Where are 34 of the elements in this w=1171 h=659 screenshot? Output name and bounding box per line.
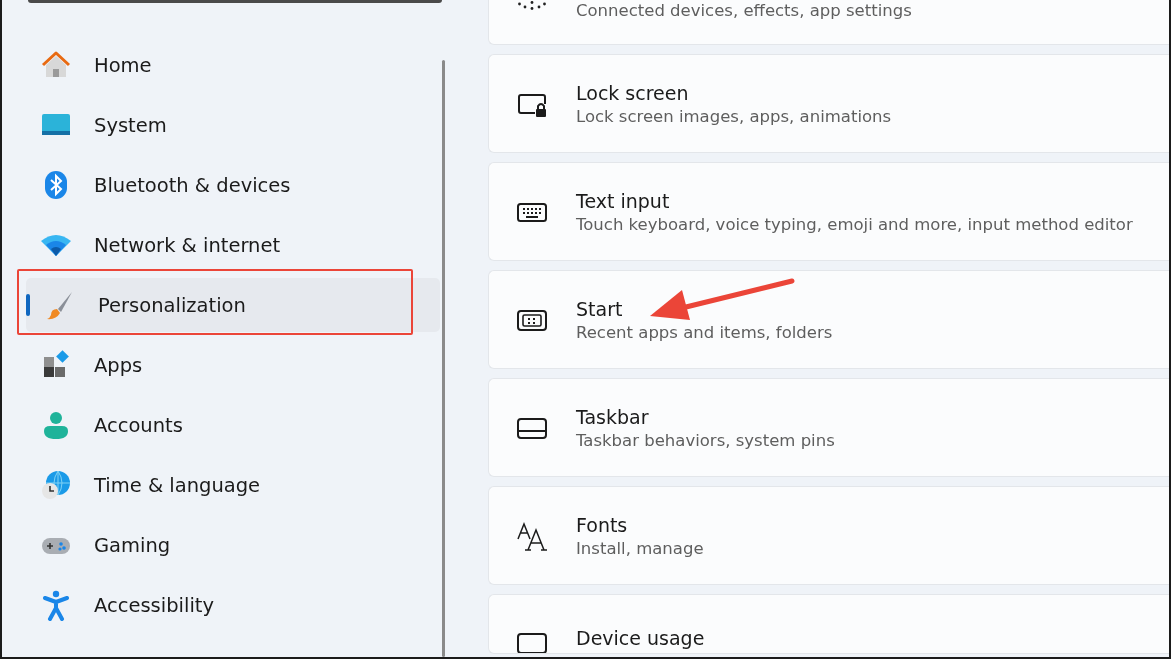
card-title: Device usage (576, 627, 705, 649)
card-title: Fonts (576, 513, 628, 536)
settings-card[interactable]: Taskbar Taskbar behaviors, system pins (488, 378, 1169, 477)
card-description: Touch keyboard, voice typing, emoji and more, input method editor (576, 214, 1133, 234)
settings-card[interactable]: Fonts Install, manage (488, 486, 1169, 585)
settings-card[interactable]: Start Recent apps and items, folders (488, 270, 1169, 369)
card-description: Recent apps and items, folders (576, 322, 833, 342)
settings-card[interactable]: Connected devices, effects, app settings (488, 0, 1169, 45)
sidebar-item[interactable]: Personalization (26, 278, 440, 332)
sidebar-item[interactable]: Bluetooth & devices (26, 158, 440, 212)
card-title: Text input (576, 189, 670, 212)
sidebar-item[interactable]: Apps (26, 338, 440, 392)
card-description: Connected devices, effects, app settings (576, 1, 912, 20)
scrollbar[interactable] (442, 60, 445, 657)
sparkle-icon (518, 1, 546, 10)
sidebar-item[interactable]: System (26, 98, 440, 152)
accessibility-person-icon (40, 589, 72, 621)
settings-card[interactable]: Device usage (488, 594, 1169, 654)
sidebar-item[interactable]: Accounts (26, 398, 440, 452)
settings-card[interactable]: Lock screen Lock screen images, apps, animations (488, 54, 1169, 153)
card-description: Taskbar behaviors, system pins (576, 430, 835, 450)
card-title: Taskbar (576, 405, 649, 428)
sidebar-item[interactable]: Network & internet (26, 218, 440, 272)
sidebar-item[interactable]: Home (26, 38, 440, 92)
card-title: Lock screen (576, 81, 689, 104)
sidebar-item[interactable]: Time & language (26, 458, 440, 512)
sidebar-item[interactable]: Accessibility (26, 578, 440, 632)
card-description: Install, manage (576, 538, 704, 558)
settings-card[interactable]: Text input Touch keyboard, voice typing, emoji and more, input method editor (488, 162, 1169, 261)
card-description: Lock screen images, apps, animations (576, 106, 892, 126)
search-field[interactable] (28, 0, 442, 3)
sidebar-item[interactable]: Gaming (26, 518, 440, 572)
card-title: Start (576, 297, 623, 320)
globe-clock-icon (40, 469, 72, 501)
